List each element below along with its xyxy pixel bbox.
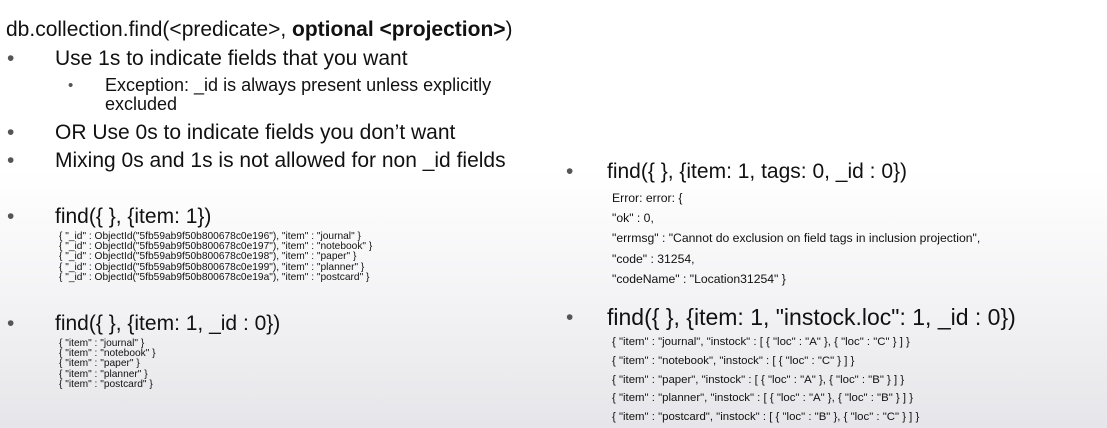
slide-title: db.collection.find(<predicate>, optional… <box>6 18 513 42</box>
exception-line-1: Exception: _id is always present unless … <box>105 75 492 95</box>
result-line: { "item" : "notebook", "instock" : [ { "… <box>612 354 855 367</box>
error-line: "ok" : 0, <box>612 211 654 226</box>
rule-exclude-fields: OR Use 0s to indicate fields you don’t w… <box>55 121 456 144</box>
result-line: { "item" : "journal", "instock" : [ { "l… <box>612 336 910 348</box>
exception-line-2: excluded <box>105 94 178 114</box>
result-line: { "item" : "planner", "instock" : [ { "l… <box>612 392 914 405</box>
title-bold-text: optional <projection> <box>292 18 506 41</box>
rule-no-mixing: Mixing 0s and 1s is not allowed for non … <box>55 149 506 172</box>
example2-results: { "item" : "journal" } { "item" : "noteb… <box>59 338 156 390</box>
result-line: { "item" : "postcard" } <box>59 378 153 390</box>
error-line: Error: error: { <box>612 191 683 205</box>
title-text: db.collection.find(<predicate>, <box>6 18 293 41</box>
error-line: "errmsg" : "Cannot do exclusion on field… <box>612 231 981 246</box>
rule-include-fields: Use 1s to indicate fields that you want <box>55 47 408 70</box>
error-line: "codeName" : "Location31254" } <box>612 271 786 286</box>
bullet-marker: • <box>566 306 574 329</box>
bullet-marker: • <box>566 160 574 183</box>
result-line: { "item" : "paper", "instock" : [ { "loc… <box>612 373 905 386</box>
example4-results: { "item" : "journal", "instock" : [ { "l… <box>612 333 919 427</box>
exception-note: Exception: _id is always present unless … <box>105 76 491 114</box>
example2-call: find({ }, {item: 1, _id : 0}) <box>55 312 281 335</box>
example3-call: find({ }, {item: 1, tags: 0, _id : 0}) <box>607 160 908 183</box>
title-suffix: ) <box>505 18 513 41</box>
example1-call: find({ }, {item: 1}) <box>55 205 212 228</box>
bullet-marker: • <box>7 47 15 70</box>
example4-call: find({ }, {item: 1, "instock.loc": 1, _i… <box>607 304 1016 330</box>
example3-error-output: Error: error: { "ok" : 0, "errmsg" : "Ca… <box>612 188 980 289</box>
bullet-marker: • <box>7 149 15 172</box>
bullet-marker: • <box>7 312 15 335</box>
sub-bullet-marker: • <box>68 77 74 94</box>
example1-results: { "_id" : ObjectId("5fb59ab9f50b800678c0… <box>59 231 372 283</box>
result-line: { "item" : "postcard", "instock" : [ { "… <box>612 411 920 424</box>
bullet-marker: • <box>7 205 15 228</box>
error-line: "code" : 31254, <box>612 251 695 266</box>
result-line: { "_id" : ObjectId("5fb59ab9f50b800678c0… <box>59 271 370 283</box>
bullet-marker: • <box>7 121 15 144</box>
